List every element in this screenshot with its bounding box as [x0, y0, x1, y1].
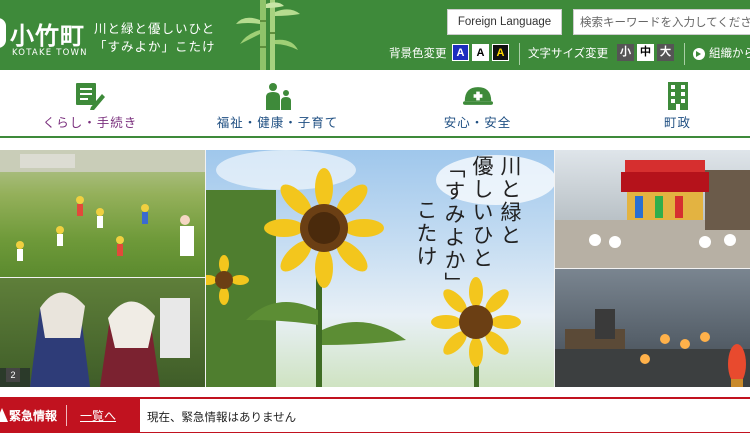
org-link[interactable]: 組織から — [709, 45, 750, 61]
photo-festival-dancers — [0, 278, 205, 387]
toolbar-divider — [519, 43, 520, 65]
photo-lantern-festival — [555, 269, 750, 387]
nav-label: 町政 — [663, 115, 691, 130]
slogan-line-1: 川と緑と優しいひと — [94, 21, 216, 36]
bg-color-label: 背景色変更 — [389, 46, 447, 60]
helmet-icon — [462, 87, 493, 105]
bamboo-illustration — [236, 0, 300, 70]
nav-item-safety[interactable]: 安心・安全 — [405, 70, 550, 136]
nav-label: 福祉・健康・子育て — [216, 115, 339, 130]
children-field-illustration — [0, 150, 205, 261]
nav-label: くらし・手続き — [42, 115, 138, 130]
logo-mark — [0, 18, 6, 48]
photo-children-field — [0, 150, 205, 277]
foreign-language-button[interactable]: Foreign Language — [447, 9, 562, 35]
nav-item-living[interactable]: くらし・手続き — [20, 70, 160, 136]
hero-slogan: 川と緑と 優しいひと 「すみよか」 こたけ — [414, 155, 526, 305]
bg-color-black-button[interactable]: A — [492, 44, 509, 61]
emergency-message: 現在、緊急情報はありません — [147, 410, 297, 424]
search-input[interactable] — [573, 9, 750, 35]
logo-text-en: KOTAKE TOWN — [12, 48, 88, 58]
nav-item-town-admin[interactable]: 町政 — [605, 70, 750, 136]
hero-slogan-col-2: 優しいひと — [470, 155, 494, 270]
global-nav: くらし・手続き 福祉・健康・子育て 安心・安全 町政 — [0, 70, 750, 138]
emergency-divider — [66, 405, 67, 426]
logo-text-jp: 小竹町 — [10, 21, 85, 50]
hero-slogan-col-3: 「すみよか」 — [442, 157, 466, 295]
slide-number-indicator[interactable]: 2 — [6, 368, 20, 382]
notebook-pen-icon — [76, 83, 105, 110]
warning-icon — [0, 408, 8, 422]
site-logo[interactable]: 小竹町 KOTAKE TOWN — [0, 6, 90, 62]
font-size-large-button[interactable]: 大 — [657, 44, 674, 61]
slogan-line-2: 「すみよか」こたけ — [94, 39, 216, 54]
bg-color-white-button[interactable]: A — [472, 44, 489, 61]
building-icon — [667, 82, 688, 110]
lantern-festival-illustration — [555, 309, 750, 387]
site-slogan: 川と緑と優しいひと 「すみよか」こたけ — [94, 20, 216, 56]
bg-color-blue-button[interactable]: A — [452, 44, 469, 61]
hero-slogan-col-4: こたけ — [414, 199, 438, 268]
arrow-right-icon — [693, 48, 705, 60]
nav-label: 安心・安全 — [443, 115, 512, 130]
emergency-list-link[interactable]: 一覧へ — [80, 407, 116, 424]
nav-item-welfare[interactable]: 福祉・健康・子育て — [205, 70, 350, 136]
hero-slogan-col-1: 川と緑と — [498, 155, 522, 247]
family-icon — [265, 83, 291, 110]
emergency-label-block: 緊急情報 一覧へ — [0, 399, 140, 432]
festival-float-illustration — [555, 160, 750, 268]
emergency-info-bar: 緊急情報 一覧へ 現在、緊急情報はありません — [0, 397, 750, 433]
photo-festival-float — [555, 150, 750, 268]
hero-slideshow[interactable]: 川と緑と 優しいひと 「すみよか」 こたけ — [0, 150, 750, 387]
font-size-medium-button[interactable]: 中 — [637, 44, 654, 61]
emergency-title: 緊急情報 — [9, 409, 58, 423]
toolbar-divider — [684, 43, 685, 65]
font-size-label: 文字サイズ変更 — [528, 46, 609, 60]
site-header: 小竹町 KOTAKE TOWN 川と緑と優しいひと 「すみよか」こたけ Fore… — [0, 0, 750, 70]
font-size-small-button[interactable]: 小 — [617, 44, 634, 61]
festival-dancers-illustration — [0, 292, 190, 387]
